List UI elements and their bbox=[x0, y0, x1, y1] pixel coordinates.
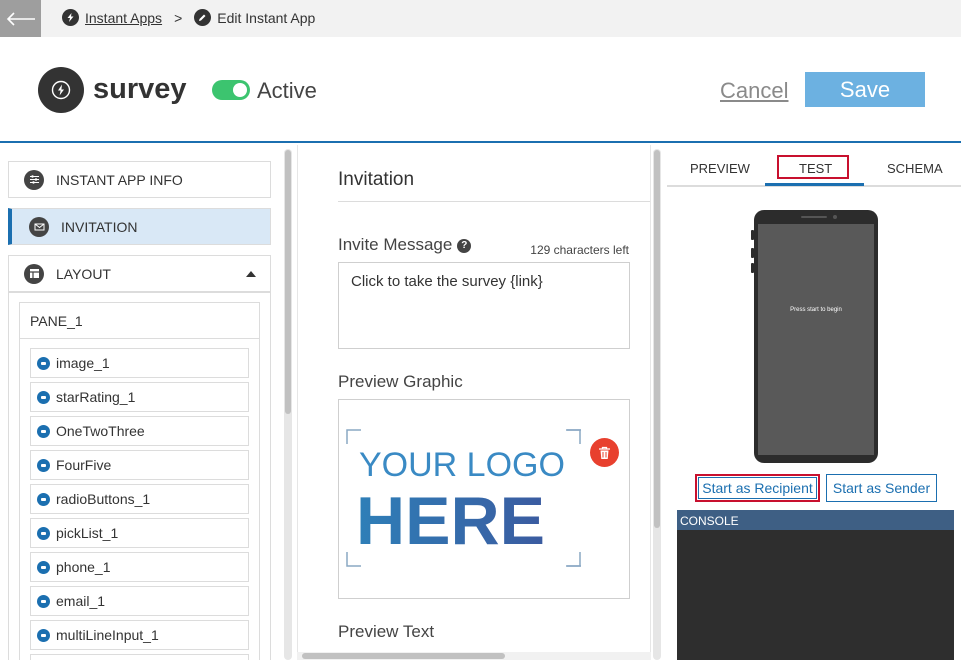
logo-text-line1: YOUR LOGO bbox=[359, 446, 565, 484]
phone-camera bbox=[833, 215, 837, 219]
sidebar-item-label: INVITATION bbox=[61, 218, 138, 235]
section-divider bbox=[338, 201, 650, 202]
chevron-up-icon[interactable] bbox=[246, 271, 256, 277]
middle-hscrollbar-thumb[interactable] bbox=[302, 653, 505, 659]
preview-text-label: Preview Text bbox=[338, 622, 435, 641]
component-item[interactable]: radioButtons_1 bbox=[30, 484, 249, 514]
component-type-icon bbox=[37, 492, 50, 506]
component-label: phone_1 bbox=[56, 559, 111, 575]
active-toggle[interactable] bbox=[212, 80, 250, 100]
pane-title[interactable]: PANE_1 bbox=[30, 313, 83, 329]
phone-side-button bbox=[751, 263, 754, 273]
sidebar-item-label: LAYOUT bbox=[56, 265, 111, 282]
save-button[interactable]: Save bbox=[805, 72, 925, 107]
component-type-icon bbox=[37, 390, 50, 404]
invite-message-field[interactable]: Click to take the survey {link} bbox=[338, 262, 630, 349]
pane-divider bbox=[20, 338, 259, 339]
component-item[interactable]: phone_1 bbox=[30, 552, 249, 582]
console-header: CONSOLE bbox=[677, 510, 954, 530]
app-title: survey bbox=[93, 73, 187, 105]
component-label: FourFive bbox=[56, 457, 112, 473]
phone-side-button bbox=[751, 248, 754, 258]
invite-message-label-text: Invite Message bbox=[338, 235, 453, 254]
pencil-icon bbox=[194, 9, 212, 26]
breadcrumb-separator: > bbox=[174, 9, 183, 26]
component-label: email_1 bbox=[56, 593, 106, 609]
phone-side-button bbox=[751, 230, 754, 240]
component-item[interactable]: image_1 bbox=[30, 348, 249, 378]
app-logo-icon bbox=[38, 67, 84, 113]
phone-preview: Press start to begin bbox=[751, 210, 878, 463]
logo-text-line2: HERE bbox=[356, 483, 545, 559]
left-sidebar: INSTANT APP INFO INVITATION LAYOUT PANE_… bbox=[0, 145, 282, 660]
preview-graphic[interactable]: YOUR LOGO HERE bbox=[338, 399, 630, 599]
middle-scrollbar-thumb[interactable] bbox=[654, 150, 660, 528]
sidebar-item-invitation[interactable]: INVITATION bbox=[8, 208, 271, 245]
breadcrumb: Instant Apps > Edit Instant App bbox=[62, 9, 315, 26]
top-bar: Instant Apps > Edit Instant App bbox=[0, 0, 961, 37]
left-scrollbar-thumb[interactable] bbox=[285, 150, 291, 414]
active-label: Active bbox=[257, 78, 317, 103]
component-label: multiLineInput_1 bbox=[56, 627, 159, 643]
component-item[interactable]: starRating_1 bbox=[30, 382, 249, 412]
arrow-left-icon bbox=[6, 11, 35, 26]
preview-tabs: PREVIEW TEST SCHEMA bbox=[667, 153, 961, 187]
component-item[interactable]: FourFive bbox=[30, 450, 249, 480]
component-type-icon bbox=[37, 560, 50, 574]
help-icon[interactable]: ? bbox=[457, 238, 472, 253]
component-item[interactable]: multiLineInput_1 bbox=[30, 620, 249, 650]
cancel-button[interactable]: Cancel bbox=[720, 78, 788, 104]
delete-graphic-button[interactable] bbox=[590, 438, 619, 467]
start-as-recipient-button[interactable]: Start as Recipient bbox=[695, 474, 820, 502]
component-item[interactable]: email_1 bbox=[30, 586, 249, 616]
component-type-icon bbox=[37, 458, 50, 472]
characters-left: 129 characters left bbox=[530, 243, 629, 257]
breadcrumb-instant-apps-link[interactable]: Instant Apps bbox=[85, 10, 162, 26]
back-button[interactable] bbox=[0, 0, 41, 37]
tab-test[interactable]: TEST bbox=[799, 161, 832, 176]
sliders-icon bbox=[24, 169, 44, 190]
phone-screen-text: Press start to begin bbox=[790, 306, 842, 313]
layout-icon bbox=[24, 263, 44, 284]
sidebar-item-label: INSTANT APP INFO bbox=[56, 171, 183, 188]
component-type-icon bbox=[37, 356, 50, 370]
preview-panel: PREVIEW TEST SCHEMA Press start to begin… bbox=[667, 145, 961, 660]
component-label: starRating_1 bbox=[56, 389, 136, 405]
breadcrumb-current: Edit Instant App bbox=[217, 9, 316, 26]
envelope-icon bbox=[29, 216, 49, 237]
component-type-icon bbox=[37, 628, 50, 642]
component-item[interactable] bbox=[30, 654, 249, 660]
lightning-icon bbox=[62, 9, 79, 26]
section-title: Invitation bbox=[338, 169, 415, 190]
sidebar-item-instant-app-info[interactable]: INSTANT APP INFO bbox=[8, 161, 271, 198]
component-type-icon bbox=[37, 526, 50, 540]
preview-graphic-label: Preview Graphic bbox=[338, 372, 463, 391]
component-item[interactable]: OneTwoThree bbox=[30, 416, 249, 446]
component-label: radioButtons_1 bbox=[56, 491, 151, 507]
component-type-icon bbox=[37, 594, 50, 608]
logo-placeholder-image: YOUR LOGO HERE bbox=[346, 429, 581, 567]
component-label: OneTwoThree bbox=[56, 423, 145, 439]
component-label: pickList_1 bbox=[56, 525, 119, 541]
phone-speaker bbox=[801, 216, 827, 218]
component-label: image_1 bbox=[56, 355, 110, 371]
phone-screen[interactable]: Press start to begin bbox=[758, 224, 874, 455]
component-item[interactable]: pickList_1 bbox=[30, 518, 249, 548]
console-panel: CONSOLE bbox=[677, 510, 954, 660]
trash-icon bbox=[599, 446, 610, 459]
tab-preview[interactable]: PREVIEW bbox=[690, 161, 750, 176]
start-as-sender-button[interactable]: Start as Sender bbox=[826, 474, 937, 502]
invite-message-label: Invite Message? bbox=[338, 235, 472, 255]
sidebar-item-layout[interactable]: LAYOUT bbox=[8, 255, 271, 292]
active-tab-indicator bbox=[765, 183, 864, 186]
tab-schema[interactable]: SCHEMA bbox=[887, 161, 943, 176]
page-header: survey Active Cancel Save bbox=[0, 37, 961, 143]
component-type-icon bbox=[37, 424, 50, 438]
invitation-editor: Invitation Invite Message? 129 character… bbox=[297, 145, 651, 660]
